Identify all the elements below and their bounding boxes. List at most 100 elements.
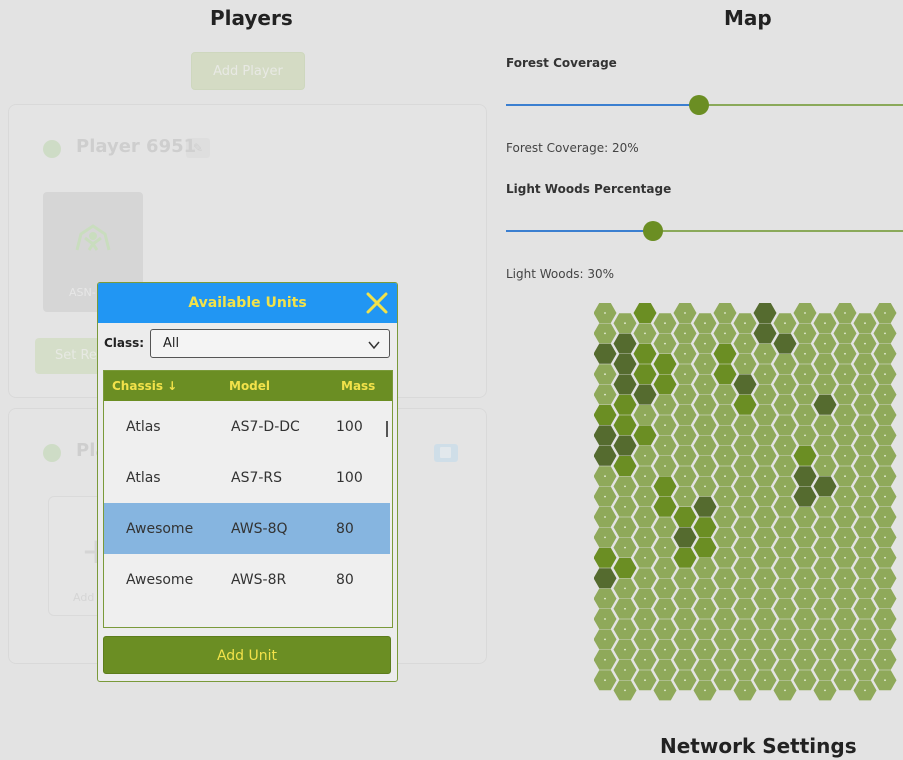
light-woods-label: Light Woods Percentage — [506, 182, 672, 196]
hex-light-woods[interactable] — [693, 517, 717, 538]
hex-light-woods[interactable] — [613, 415, 637, 436]
hex-heavy-woods[interactable] — [693, 496, 717, 517]
hex-heavy-woods[interactable] — [793, 486, 817, 507]
hex-center-dot — [744, 424, 746, 427]
hex-center-dot — [704, 567, 706, 569]
close-icon[interactable] — [365, 291, 389, 315]
light-woods-slider-thumb[interactable] — [643, 221, 663, 241]
hex-heavy-woods[interactable] — [594, 445, 617, 466]
hex-light-woods[interactable] — [633, 364, 657, 385]
hex-heavy-woods[interactable] — [613, 374, 637, 395]
hex-center-dot — [704, 424, 706, 427]
player-name: Player 6951 — [76, 136, 197, 157]
hex-center-dot — [884, 434, 886, 437]
hex-heavy-woods[interactable] — [613, 435, 637, 456]
hex-heavy-woods[interactable] — [753, 323, 777, 344]
hex-center-dot — [704, 648, 706, 651]
hex-heavy-woods[interactable] — [633, 384, 657, 405]
hex-light-woods[interactable] — [633, 425, 657, 446]
hex-light-woods[interactable] — [594, 547, 617, 568]
table-row[interactable]: Atlas AS7-RS 100 — [104, 452, 390, 503]
hex-center-dot — [684, 454, 686, 457]
hex-heavy-woods[interactable] — [673, 527, 697, 548]
hex-center-dot — [724, 536, 726, 539]
hex-center-dot — [844, 638, 846, 641]
hex-light-woods[interactable] — [713, 343, 737, 364]
hex-center-dot — [764, 679, 766, 682]
add-unit-button[interactable]: Add Unit — [103, 636, 391, 674]
light-woods-slider[interactable] — [506, 221, 903, 241]
hex-light-woods[interactable] — [613, 558, 637, 578]
hex-center-dot — [764, 454, 766, 457]
hex-light-woods[interactable] — [613, 456, 637, 476]
hex-heavy-woods[interactable] — [793, 466, 817, 487]
hex-center-dot — [764, 597, 766, 600]
hex-center-dot — [864, 424, 866, 427]
column-chassis[interactable]: Chassis ↓ — [112, 379, 177, 393]
hex-heavy-woods[interactable] — [613, 354, 637, 374]
hex-light-woods[interactable] — [653, 496, 677, 517]
hex-center-dot — [844, 434, 846, 437]
hex-center-dot — [784, 403, 786, 406]
hex-center-dot — [784, 485, 786, 488]
hex-center-dot — [764, 373, 766, 376]
hex-center-dot — [764, 638, 766, 641]
hex-light-woods[interactable] — [673, 507, 697, 527]
hex-light-woods[interactable] — [733, 394, 757, 415]
hex-light-woods[interactable] — [653, 354, 677, 374]
hex-light-woods[interactable] — [713, 364, 737, 385]
hex-heavy-woods[interactable] — [813, 394, 837, 415]
hex-light-woods[interactable] — [673, 547, 697, 568]
column-model[interactable]: Model — [229, 379, 270, 393]
table-row[interactable]: Awesome AWS-8R 80 — [104, 554, 390, 605]
column-mass[interactable]: Mass — [341, 379, 375, 393]
hex-heavy-woods[interactable] — [733, 374, 757, 395]
hex-center-dot — [704, 363, 706, 365]
hex-light-woods[interactable] — [594, 405, 617, 425]
hex-center-dot — [604, 312, 606, 314]
hex-light-woods[interactable] — [613, 394, 637, 415]
hex-center-dot — [884, 638, 886, 641]
hex-heavy-woods[interactable] — [594, 568, 617, 589]
hex-center-dot — [804, 434, 806, 437]
copy-icon[interactable] — [434, 444, 458, 462]
hex-center-dot — [884, 373, 886, 376]
forest-coverage-label: Forest Coverage — [506, 56, 617, 70]
hex-center-dot — [724, 618, 726, 620]
table-row[interactable]: Atlas AS7-D-DC 100 — [104, 401, 390, 452]
hex-heavy-woods[interactable] — [753, 303, 777, 323]
hex-light-woods[interactable] — [793, 445, 817, 466]
hex-heavy-woods[interactable] — [813, 476, 837, 497]
hex-light-woods[interactable] — [653, 476, 677, 497]
class-filter-select[interactable]: All — [150, 329, 390, 358]
hex-center-dot — [884, 332, 886, 335]
hex-center-dot — [684, 434, 686, 437]
hex-light-woods[interactable] — [653, 374, 677, 395]
hex-heavy-woods[interactable] — [613, 333, 637, 354]
hex-center-dot — [784, 424, 786, 427]
hex-center-dot — [764, 556, 766, 559]
hex-light-woods[interactable] — [633, 303, 657, 323]
forest-coverage-slider[interactable] — [506, 95, 903, 115]
edit-name-icon[interactable]: ✎ — [186, 138, 210, 158]
scrollbar[interactable] — [386, 421, 388, 437]
hex-light-woods[interactable] — [693, 537, 717, 558]
hex-heavy-woods[interactable] — [594, 343, 617, 364]
table-row-selected[interactable]: Awesome AWS-8Q 80 — [104, 503, 390, 554]
hex-center-dot — [784, 587, 786, 590]
hex-light-woods[interactable] — [633, 343, 657, 364]
hex-heavy-woods[interactable] — [594, 425, 617, 446]
hex-center-dot — [824, 669, 826, 671]
hex-center-dot — [724, 434, 726, 437]
forest-coverage-slider-thumb[interactable] — [689, 95, 709, 115]
hex-center-dot — [744, 363, 746, 365]
hex-center-dot — [704, 383, 706, 386]
add-player-button[interactable]: Add Player — [191, 52, 305, 90]
hex-center-dot — [724, 638, 726, 641]
table-header: Chassis ↓ Model Mass — [104, 371, 392, 401]
player-status-indicator — [43, 444, 61, 462]
hex-center-dot — [684, 373, 686, 376]
hex-heavy-woods[interactable] — [773, 333, 797, 354]
hex-map[interactable] — [594, 300, 903, 710]
player-status-indicator — [43, 140, 61, 158]
